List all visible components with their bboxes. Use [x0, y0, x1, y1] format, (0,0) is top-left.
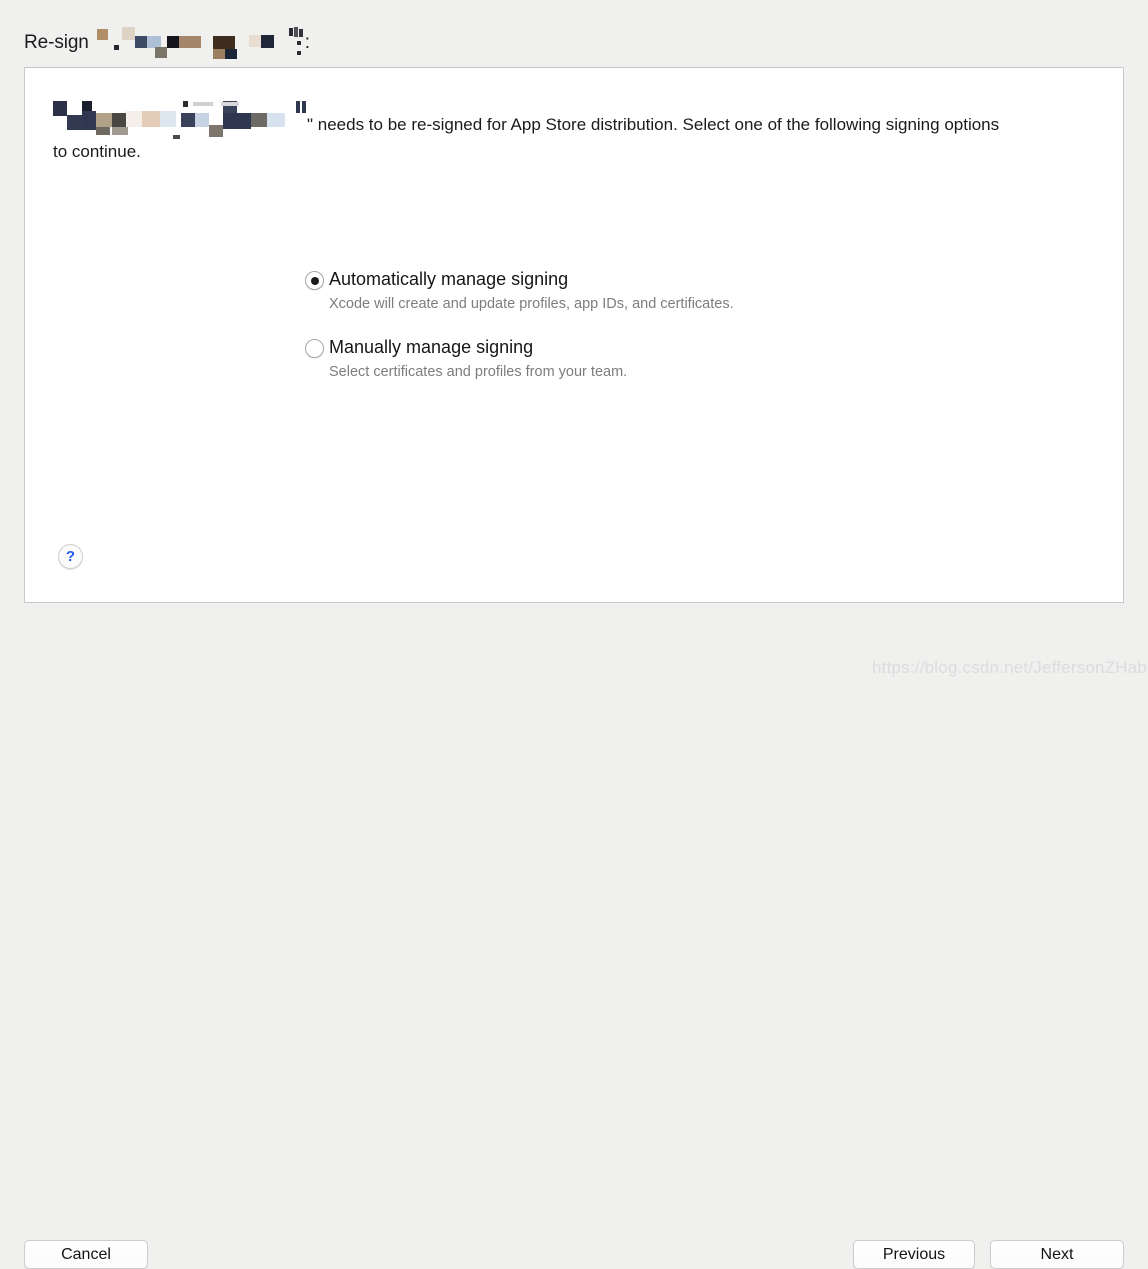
help-button[interactable]: ?	[58, 544, 83, 569]
dialog-title: Re-sign :	[24, 27, 310, 59]
dialog-content-panel: " needs to be re-signed for App Store di…	[24, 67, 1124, 603]
dialog-footer: Cancel Previous Next	[0, 603, 1148, 1269]
redacted-app-name-body	[53, 101, 307, 139]
dialog-title-suffix: :	[304, 32, 310, 53]
radio-selected-dot	[310, 276, 319, 285]
intro-text-line1: " needs to be re-signed for App Store di…	[307, 115, 1000, 134]
dialog-title-prefix: Re-sign	[24, 32, 89, 53]
intro-text: " needs to be re-signed for App Store di…	[53, 101, 1099, 165]
option-description-manual: Select certificates and profiles from yo…	[329, 364, 628, 380]
cancel-button[interactable]: Cancel	[24, 1240, 148, 1269]
question-mark-icon: ?	[65, 547, 76, 565]
option-manually-manage-signing[interactable]: Manually manage signing Select certifica…	[280, 336, 980, 383]
previous-button[interactable]: Previous	[853, 1240, 975, 1269]
intro-text-line2: to continue.	[53, 142, 141, 161]
redacted-app-name-title	[96, 27, 305, 59]
option-description-automatic: Xcode will create and update profiles, a…	[329, 296, 734, 312]
signing-options-group: Automatically manage signing Xcode will …	[280, 268, 980, 404]
radio-manually-manage-signing[interactable]	[305, 339, 324, 358]
option-label-automatic: Automatically manage signing	[329, 269, 569, 289]
next-button[interactable]: Next	[990, 1240, 1124, 1269]
option-automatically-manage-signing[interactable]: Automatically manage signing Xcode will …	[280, 268, 980, 315]
radio-automatically-manage-signing[interactable]	[305, 271, 324, 290]
option-label-manual: Manually manage signing	[329, 337, 534, 357]
